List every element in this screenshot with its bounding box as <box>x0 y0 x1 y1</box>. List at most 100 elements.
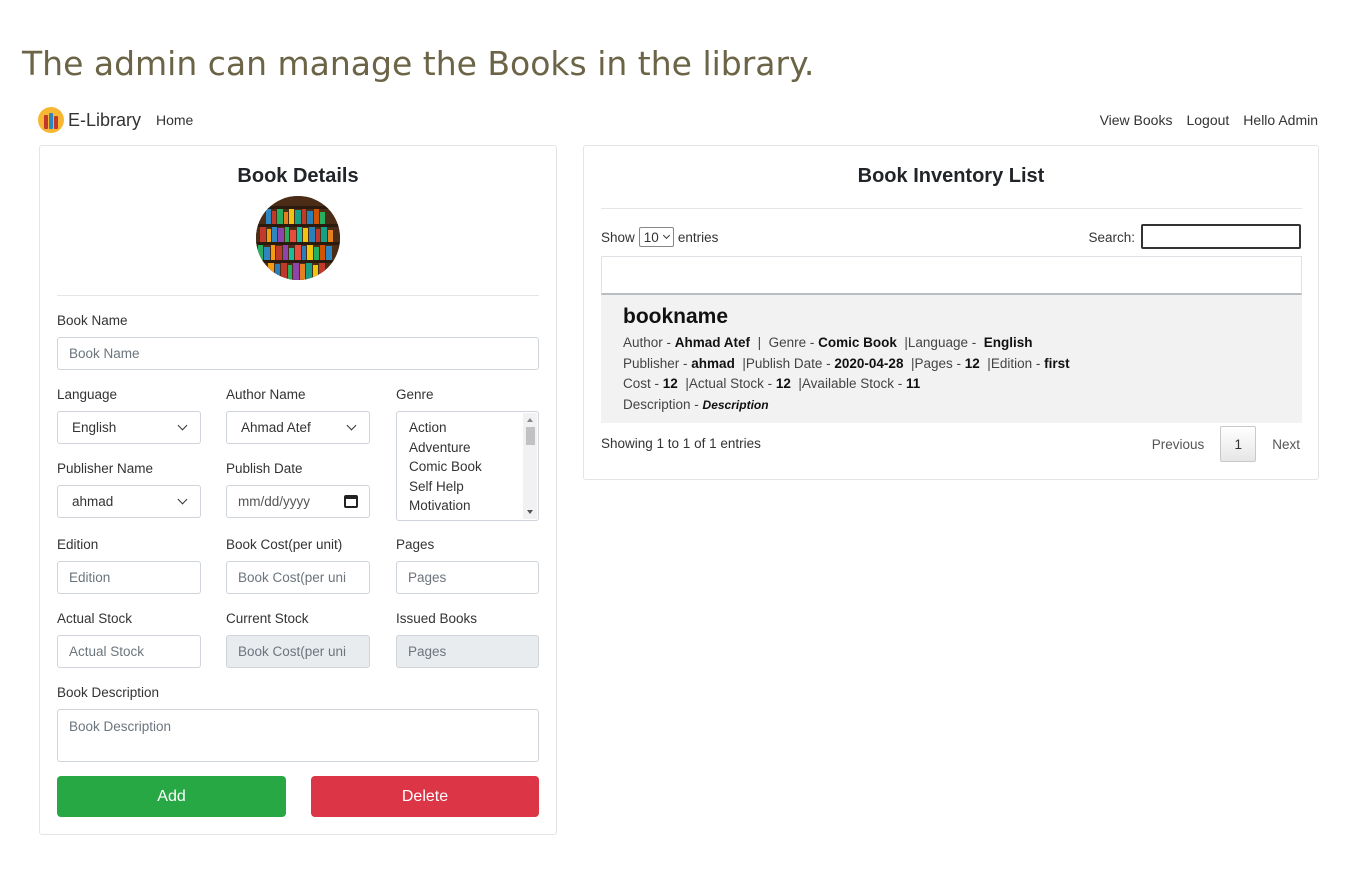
chevron-down-icon <box>346 420 357 431</box>
current-stock-input: Book Cost(per uni <box>226 635 370 668</box>
page-size-value: 10 <box>643 229 659 245</box>
book-description-label: Book Description <box>57 685 160 700</box>
add-button[interactable]: Add <box>57 776 286 817</box>
cost-meta-label: Cost - <box>623 376 660 391</box>
book-cost-input[interactable]: Book Cost(per uni <box>226 561 370 594</box>
edition-meta-label: Edition - <box>990 355 1041 371</box>
brand-name: E-Library <box>68 109 142 130</box>
chevron-down-icon <box>177 420 188 431</box>
publisher-name-label: Publisher Name <box>57 461 154 476</box>
pagination: Previous 1 Next <box>1152 426 1300 462</box>
language-value: English <box>72 420 117 435</box>
publisher-name-select[interactable]: ahmad <box>57 485 201 518</box>
genre-meta-value: Comic Book <box>818 335 897 350</box>
author-name-value: Ahmad Atef <box>241 420 311 435</box>
book-cost-label: Book Cost(per unit) <box>226 537 343 552</box>
show-entries-control: Show 10 entries <box>601 227 718 247</box>
table-row: bookname Author - Ahmad Atef | Genre - C… <box>601 295 1302 423</box>
genre-meta-label: Genre - <box>768 335 815 350</box>
search-label: Search: <box>1088 230 1135 245</box>
language-select[interactable]: English <box>57 411 201 444</box>
author-meta-label: Author - <box>623 335 672 350</box>
book-meta-line-4: Description - Description <box>623 395 1280 416</box>
edition-input[interactable]: Edition <box>57 561 201 594</box>
calendar-icon[interactable] <box>344 495 358 508</box>
issued-books-label: Issued Books <box>396 611 478 626</box>
book-details-card: Book Details Book Name Book Name Languag… <box>39 145 557 835</box>
publish-date-input[interactable]: mm/dd/yyyy <box>226 485 370 518</box>
author-name-select[interactable]: Ahmad Atef <box>226 411 370 444</box>
genre-option[interactable]: Comic Book <box>397 457 538 477</box>
divider <box>601 208 1302 209</box>
book-name-input[interactable]: Book Name <box>57 337 539 370</box>
genre-scrollbar[interactable] <box>523 413 537 519</box>
page-size-select[interactable]: 10 <box>638 227 674 247</box>
issued-books-input: Pages <box>396 635 539 668</box>
chevron-down-icon <box>662 231 670 240</box>
table-info: Showing 1 to 1 of 1 entries <box>601 436 761 451</box>
book-name-label: Book Name <box>57 313 128 328</box>
scroll-up-arrow-icon[interactable] <box>527 418 533 422</box>
pages-meta-value: 12 <box>964 355 980 371</box>
language-meta-label: Language - <box>907 335 977 350</box>
edition-label: Edition <box>57 537 99 552</box>
publish-date-label: Publish Date <box>226 461 303 476</box>
next-page-button[interactable]: Next <box>1272 437 1300 452</box>
books-logo-icon <box>38 107 64 133</box>
language-meta-value: English <box>983 335 1033 350</box>
nav-hello-admin-link[interactable]: Hello Admin <box>1243 112 1318 128</box>
actual-stock-label: Actual Stock <box>57 611 133 626</box>
brand[interactable]: E-Library <box>38 107 141 133</box>
author-name-label: Author Name <box>226 387 306 402</box>
entries-label: entries <box>677 229 719 245</box>
divider <box>57 295 539 296</box>
publisher-meta-label: Publisher - <box>623 355 688 371</box>
available-stock-meta-label: Available Stock - <box>801 376 903 391</box>
book-meta-line-2: Publisher - ahmad |Publish Date - 2020-0… <box>623 355 1070 371</box>
book-meta-line-3: Cost - 12 |Actual Stock - 12 |Available … <box>623 376 921 391</box>
scroll-thumb[interactable] <box>526 427 535 445</box>
publisher-meta-value: ahmad <box>691 355 735 371</box>
book-inventory-card: Book Inventory List Show 10 entries Sear… <box>583 145 1319 480</box>
actual-stock-meta-label: Actual Stock - <box>688 376 773 391</box>
description-meta-label: Description - <box>623 396 699 412</box>
publish-date-meta-label: Publish Date - <box>745 355 831 371</box>
book-meta-line-1: Author - Ahmad Atef | Genre - Comic Book… <box>623 335 1033 350</box>
chevron-down-icon <box>177 494 188 505</box>
actual-stock-meta-value: 12 <box>775 376 791 391</box>
book-title: bookname <box>623 305 729 328</box>
genre-label: Genre <box>396 387 434 402</box>
cost-meta-value: 12 <box>662 376 678 391</box>
page-1-button[interactable]: 1 <box>1220 426 1257 462</box>
book-description-textarea[interactable]: Book Description <box>57 709 539 762</box>
genre-option[interactable]: Self Help <box>397 477 538 497</box>
delete-button[interactable]: Delete <box>311 776 539 817</box>
genre-option[interactable]: Action <box>397 418 538 438</box>
pages-input[interactable]: Pages <box>396 561 539 594</box>
book-inventory-title: Book Inventory List <box>857 165 1045 187</box>
navbar: E-Library Home View Books Logout Hello A… <box>38 104 1318 136</box>
publish-date-meta-value: 2020-04-28 <box>834 355 904 371</box>
table-header <box>601 256 1302 295</box>
show-label: Show <box>601 229 635 245</box>
publisher-name-value: ahmad <box>72 494 114 509</box>
previous-page-button[interactable]: Previous <box>1152 437 1205 452</box>
search-input[interactable] <box>1141 224 1301 249</box>
actual-stock-input[interactable]: Actual Stock <box>57 635 201 668</box>
genre-listbox[interactable]: Action Adventure Comic Book Self Help Mo… <box>396 411 539 521</box>
nav-logout-link[interactable]: Logout <box>1186 112 1229 128</box>
current-stock-label: Current Stock <box>226 611 309 626</box>
bookshelf-image <box>256 196 340 280</box>
nav-view-books-link[interactable]: View Books <box>1100 112 1173 128</box>
scroll-down-arrow-icon[interactable] <box>527 510 533 514</box>
language-label: Language <box>57 387 118 402</box>
genre-option[interactable]: Motivation <box>397 496 538 516</box>
nav-home-link[interactable]: Home <box>156 112 193 128</box>
publish-date-placeholder: mm/dd/yyyy <box>238 494 311 509</box>
page-caption: The admin can manage the Books in the li… <box>22 44 815 83</box>
author-meta-value: Ahmad Atef <box>674 335 751 350</box>
genre-option[interactable]: Adventure <box>397 438 538 458</box>
book-details-title: Book Details <box>237 165 359 187</box>
edition-meta-value: first <box>1044 355 1070 371</box>
description-meta-value: Description <box>702 397 769 412</box>
